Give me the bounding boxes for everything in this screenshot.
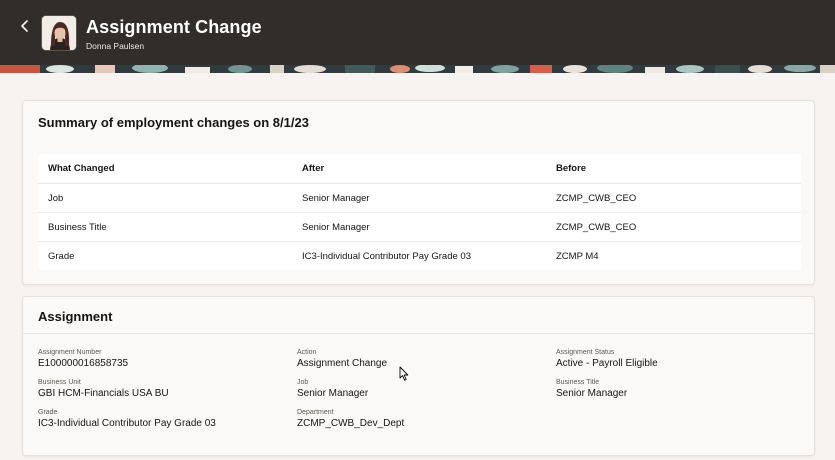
field-label: Grade — [38, 409, 58, 416]
cell-after: Senior Manager — [302, 193, 370, 204]
person-name: Donna Paulsen — [86, 41, 145, 51]
table-header-row: What Changed After Before — [38, 154, 801, 183]
field-value: Senior Manager — [556, 388, 628, 399]
page-title: Assignment Change — [86, 17, 262, 37]
field-business-title: Business Title Senior Manager — [556, 379, 627, 399]
page-header: Assignment Change Donna Paulsen — [0, 0, 835, 65]
assignment-title: Assignment — [38, 309, 113, 324]
table-row: Job Senior Manager ZCMP_CWB_CEO — [38, 183, 801, 212]
cell-after: IC3-Individual Contributor Pay Grade 03 — [302, 251, 471, 262]
changes-table: What Changed After Before Job Senior Man… — [38, 154, 801, 270]
field-value: Senior Manager — [297, 388, 369, 399]
field-label: Business Unit — [38, 379, 81, 386]
table-row: Grade IC3-Individual Contributor Pay Gra… — [38, 241, 801, 270]
column-header-what-changed: What Changed — [48, 163, 115, 174]
cell-what-changed: Business Title — [48, 222, 107, 233]
back-button[interactable] — [17, 16, 33, 36]
summary-card: Summary of employment changes on 8/1/23 … — [22, 100, 815, 285]
field-job: Job Senior Manager — [297, 379, 368, 399]
assignment-card: Assignment Assignment Number E1000000168… — [22, 296, 815, 456]
cell-what-changed: Job — [48, 193, 64, 204]
field-label: Assignment Number — [38, 349, 102, 356]
summary-title: Summary of employment changes on 8/1/23 — [38, 115, 309, 130]
field-label: Job — [297, 379, 309, 386]
field-label: Department — [297, 409, 334, 416]
chevron-left-icon — [21, 20, 28, 32]
cell-before: ZCMP_CWB_CEO — [556, 193, 637, 204]
field-department: Department ZCMP_CWB_Dev_Dept — [297, 409, 404, 429]
table-row: Business Title Senior Manager ZCMP_CWB_C… — [38, 212, 801, 241]
field-value: ZCMP_CWB_Dev_Dept — [297, 418, 405, 429]
field-value: E100000016858735 — [38, 358, 129, 369]
field-value: GBI HCM-Financials USA BU — [38, 388, 169, 399]
cell-after: Senior Manager — [302, 222, 370, 233]
field-label: Action — [297, 349, 317, 356]
cell-what-changed: Grade — [48, 251, 75, 262]
decorative-banner — [0, 65, 835, 73]
cell-before: ZCMP_CWB_CEO — [556, 222, 637, 233]
field-assignment-status: Assignment Status Active - Payroll Eligi… — [556, 349, 658, 369]
field-action: Action Assignment Change — [297, 349, 387, 369]
avatar — [41, 15, 77, 51]
field-value: Active - Payroll Eligible — [556, 358, 658, 369]
field-value: IC3-Individual Contributor Pay Grade 03 — [38, 418, 216, 429]
field-label: Business Title — [556, 379, 600, 386]
field-label: Assignment Status — [556, 349, 615, 356]
column-header-after: After — [302, 163, 325, 174]
field-grade: Grade IC3-Individual Contributor Pay Gra… — [38, 409, 216, 429]
column-header-before: Before — [556, 163, 587, 174]
field-assignment-number: Assignment Number E100000016858735 — [38, 349, 128, 369]
field-business-unit: Business Unit GBI HCM-Financials USA BU — [38, 379, 169, 399]
field-value: Assignment Change — [297, 358, 388, 369]
cell-before: ZCMP M4 — [556, 251, 599, 262]
card-divider — [23, 333, 814, 334]
